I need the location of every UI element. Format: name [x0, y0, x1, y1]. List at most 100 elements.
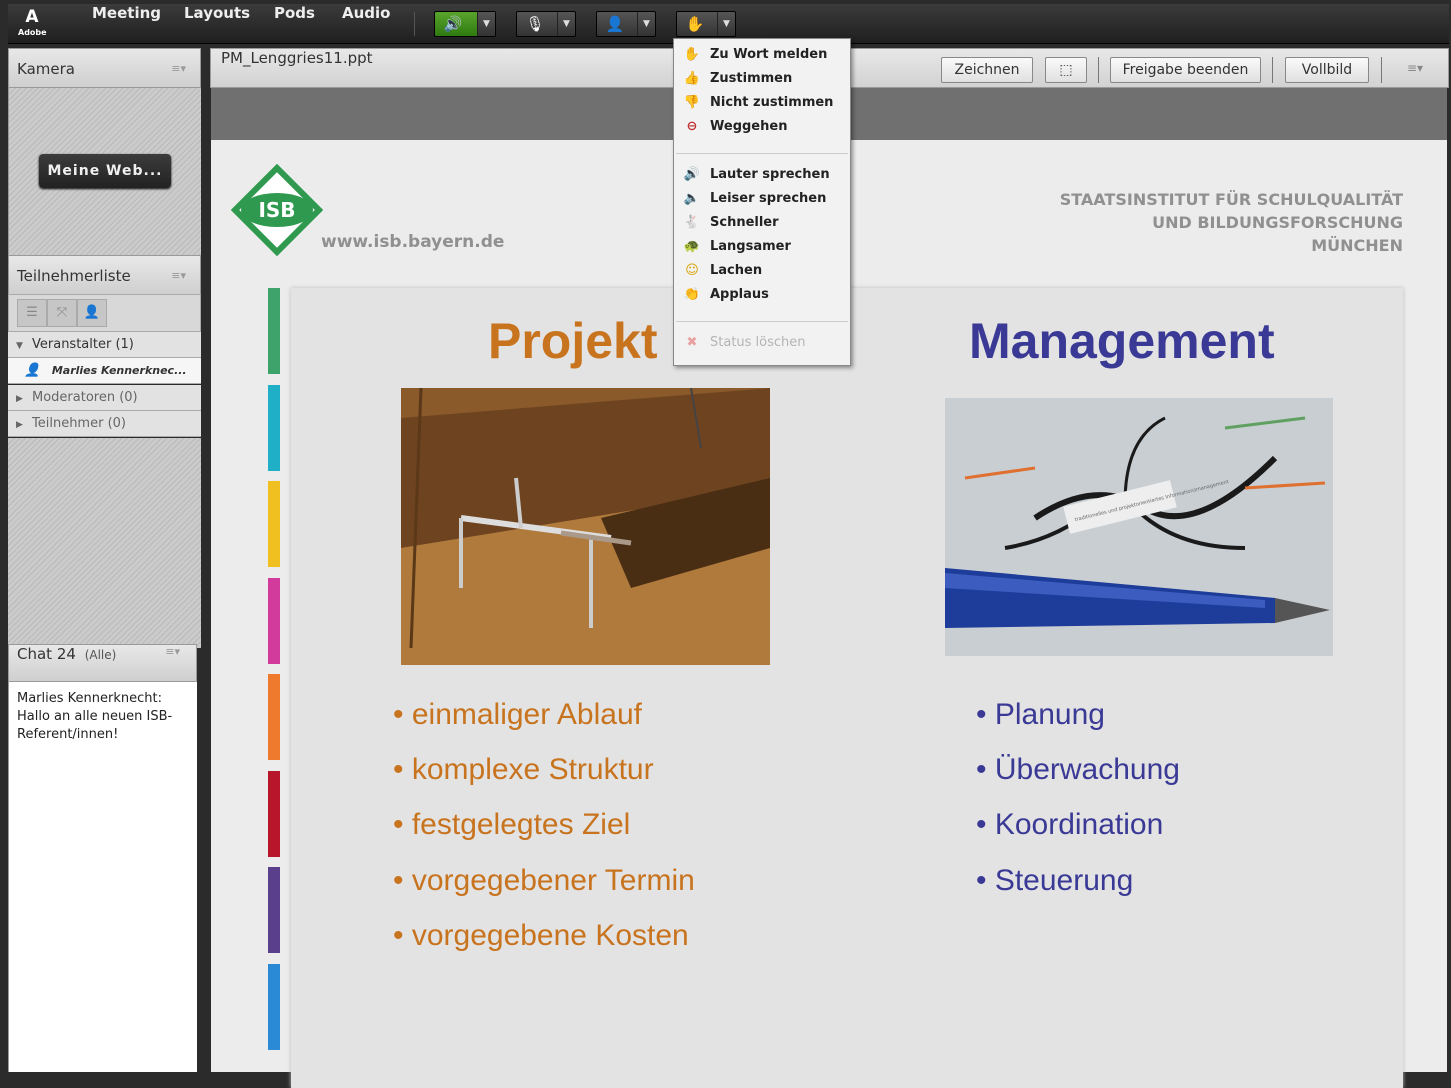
chevron-down-icon[interactable]: ▼ [557, 12, 575, 36]
draw-button[interactable]: Zeichnen [941, 57, 1033, 83]
group-hosts[interactable]: ▼ Veranstalter (1) [8, 332, 201, 358]
color-stripe [268, 384, 280, 471]
right-bullet-item: • Überwachung [976, 753, 1180, 787]
status-menu-item[interactable]: 👏 Applaus [674, 283, 850, 307]
attendee-view-toolbar: ☰ ⤧ 👤 [8, 294, 201, 332]
left-bullet-item: • vorgegebene Kosten [393, 918, 689, 952]
pod-menu-icon[interactable]: ≡▾ [171, 49, 186, 89]
institute-name: STAATSINSTITUT FÜR SCHULQUALITÄT UND BIL… [1060, 188, 1403, 257]
slower-icon: 🐢 [683, 239, 701, 254]
right-bullet-item: • Steuerung [976, 863, 1134, 897]
raise-hand-icon: ✋ [683, 47, 701, 62]
webcam-icon: 👤 [605, 15, 625, 33]
microphone-button[interactable]: 🎙 ▼ [516, 11, 576, 37]
status-menu-item[interactable]: ✋ Zu Wort melden [674, 43, 850, 67]
status-menu-label: Langsamer [710, 239, 791, 254]
menu-pods[interactable]: Pods [274, 4, 315, 44]
triangle-down-icon: ▼ [16, 341, 23, 351]
fullscreen-button[interactable]: Vollbild [1285, 57, 1369, 83]
chevron-down-icon[interactable]: ▼ [477, 12, 495, 36]
mindmap-pen-photo-art: traditionelles und projektorientiertes I… [945, 398, 1333, 656]
institute-line: UND BILDUNGSFORSCHUNG [1152, 213, 1403, 232]
quieter-icon: 🔈 [683, 191, 701, 206]
menu-audio[interactable]: Audio [342, 4, 390, 44]
attendee-list-empty-area [8, 438, 201, 648]
list-view-icon[interactable]: ☰ [17, 299, 47, 327]
group-participants[interactable]: ▶ Teilnehmer (0) [8, 411, 201, 437]
right-bullet-item: • Planung [976, 698, 1105, 731]
slide-title-right: Management [969, 313, 1275, 369]
applause-icon: 👏 [683, 287, 701, 302]
status-menu-label: Zu Wort melden [710, 47, 828, 62]
triangle-right-icon: ▶ [16, 420, 23, 430]
color-stripe [268, 867, 280, 953]
pod-menu-icon[interactable]: ≡▾ [165, 645, 180, 658]
faster-icon: 🐇 [683, 215, 701, 230]
speaker-button[interactable]: 🔊 ▼ [434, 11, 496, 37]
attendee-name: Marlies Kennerknec... [51, 364, 187, 377]
webcam-button[interactable]: 👤 ▼ [596, 11, 656, 37]
color-stripe [268, 481, 280, 567]
status-menu-item[interactable]: ⊖ Weggehen [674, 115, 850, 139]
laugh-icon: ☺ [685, 263, 699, 278]
slide-title-left: Projekt [488, 313, 658, 369]
pod-menu-icon[interactable]: ≡▾ [1407, 49, 1423, 87]
pod-menu-icon[interactable]: ≡▾ [171, 256, 186, 296]
right-bullet-item: • Koordination [976, 808, 1164, 842]
color-stripe [268, 963, 280, 1050]
microphone-icon: 🎙 [525, 15, 545, 33]
chat-messages: Marlies Kennerknecht: Hallo an alle neue… [8, 682, 197, 1072]
institute-line: STAATSINSTITUT FÜR SCHULQUALITÄT [1059, 190, 1403, 209]
adobe-logo-text: Adobe [18, 28, 47, 37]
speaker-icon: 🔊 [443, 15, 463, 33]
attendee-host-row[interactable]: 👤 Marlies Kennerknec... [8, 358, 201, 384]
toolbar-divider [1381, 57, 1382, 83]
status-menu-label: Nicht zustimmen [710, 95, 834, 110]
shared-file-name: PM_Lenggries11.ppt [221, 49, 373, 67]
role-view-icon[interactable]: 👤 [77, 299, 107, 327]
status-menu-label: Lachen [710, 263, 763, 278]
clear-status-icon: ✖ [686, 335, 698, 350]
status-menu-item[interactable]: 👎 Nicht zustimmen [674, 91, 850, 115]
chat-author: Marlies Kennerknecht: [17, 691, 162, 706]
chat-pod-header: Chat 24 (Alle) ≡▾ [8, 644, 197, 682]
group-participants-label: Teilnehmer (0) [32, 416, 126, 431]
left-bullet-item: • festgelegtes Ziel [393, 808, 631, 842]
status-menu-item[interactable]: 🐇 Schneller [674, 211, 850, 235]
menu-layouts[interactable]: Layouts [184, 4, 250, 44]
pointer-button[interactable]: ⬚ [1045, 57, 1087, 83]
chevron-down-icon[interactable]: ▼ [637, 12, 655, 36]
chat-scope[interactable]: (Alle) [85, 648, 117, 662]
group-presenters-label: Moderatoren (0) [32, 390, 138, 405]
stop-sharing-button[interactable]: Freigabe beenden [1110, 57, 1261, 83]
pointer-icon: ⬚ [1059, 62, 1073, 78]
status-menu-label: Zustimmen [710, 71, 793, 86]
status-button[interactable]: ✋ ▼ [676, 11, 736, 37]
status-menu-item[interactable]: ☺ Lachen [674, 259, 850, 283]
camera-pod-header: Kamera ≡▾ [8, 48, 201, 88]
chevron-down-icon[interactable]: ▼ [717, 12, 735, 36]
status-menu-item[interactable]: 🔈 Leiser sprechen [674, 187, 850, 211]
status-menu-item[interactable]: 👍 Zustimmen [674, 67, 850, 91]
slide-content-card: Projekt Management traditionelles und pr… [291, 288, 1403, 1088]
thumbs-up-icon: 👍 [683, 71, 701, 86]
left-bullet-item: • komplexe Struktur [393, 753, 654, 787]
toolbar-divider [414, 12, 415, 36]
chat-pod-title: Chat 24 [17, 645, 76, 663]
grid-view-icon[interactable]: ⤧ [47, 299, 77, 327]
menu-meeting[interactable]: Meeting [92, 4, 161, 44]
adobe-logo: A Adobe [18, 6, 47, 42]
group-presenters[interactable]: ▶ Moderatoren (0) [8, 385, 201, 411]
start-webcam-button[interactable]: Meine Web... [39, 154, 171, 188]
institute-line: MÜNCHEN [1311, 236, 1403, 255]
color-stripe [268, 674, 280, 760]
menu-separator [676, 321, 848, 322]
left-bullet-item: • einmaliger Ablauf [393, 698, 642, 731]
louder-icon: 🔊 [683, 167, 701, 182]
status-menu-item[interactable]: 🐢 Langsamer [674, 235, 850, 259]
away-icon: ⊖ [686, 119, 698, 134]
toolbar-divider [1272, 57, 1273, 83]
status-icon: ✋ [685, 15, 705, 33]
status-menu-item[interactable]: 🔊 Lauter sprechen [674, 163, 850, 187]
attendee-pod-title: Teilnehmerliste [17, 267, 131, 285]
